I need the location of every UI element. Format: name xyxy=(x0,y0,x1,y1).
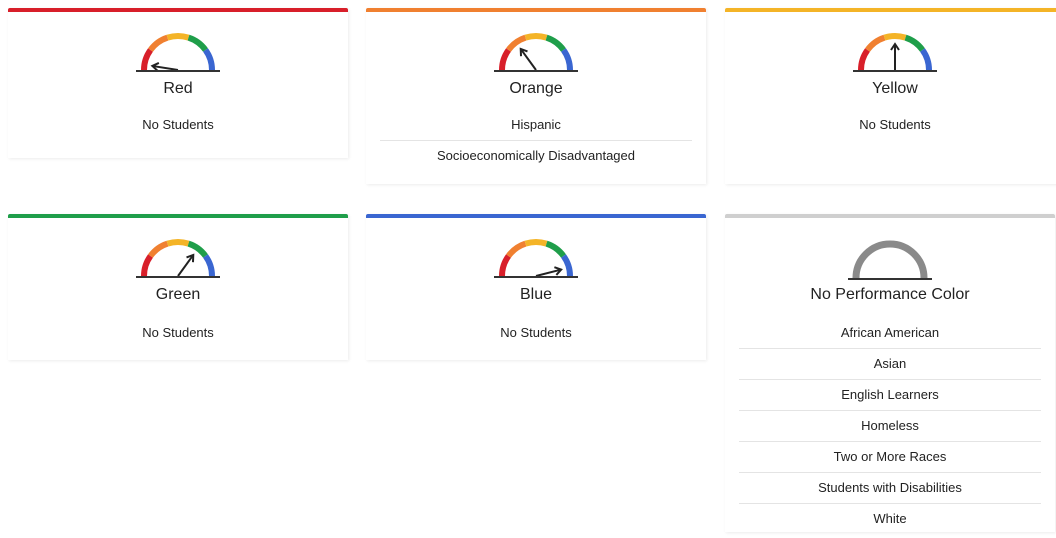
list-item: African American xyxy=(739,318,1041,349)
list-item: Socioeconomically Disadvantaged xyxy=(436,148,635,163)
gauge-icon xyxy=(136,33,220,72)
list-item: No Students xyxy=(142,325,214,340)
gauge-segment xyxy=(141,254,154,277)
card-color-bar xyxy=(725,214,1055,218)
card-title: Orange xyxy=(509,80,563,97)
gauge-segment xyxy=(166,239,190,247)
gauge-segment xyxy=(166,33,190,41)
card-title: Yellow xyxy=(872,80,918,97)
card-color-bar xyxy=(725,8,1056,12)
gauge-segment xyxy=(187,34,208,52)
gauge-segment xyxy=(904,34,925,52)
performance-card-orange: Orange Hispanic Socioeconomically Disadv… xyxy=(366,8,706,184)
gauge-segment xyxy=(506,240,527,258)
gauge-segment xyxy=(560,254,573,277)
student-group-list: African American Asian English Learners … xyxy=(739,318,1041,534)
list-item: English Learners xyxy=(739,380,1041,411)
gauge-segment xyxy=(545,240,566,258)
gauge-needle xyxy=(177,254,195,277)
performance-card-red: Red No Students xyxy=(8,8,348,158)
card-title: No Performance Color xyxy=(810,286,970,303)
student-group-list: No Students xyxy=(22,110,334,140)
gauge-segment xyxy=(506,34,527,52)
gauge-segment xyxy=(858,48,871,71)
card-title: Red xyxy=(163,80,193,97)
gauge-icon xyxy=(136,239,220,278)
card-title: Green xyxy=(155,286,201,303)
gauge-segment xyxy=(883,33,907,41)
gauge-segment xyxy=(148,240,169,258)
list-item: Homeless xyxy=(739,411,1041,442)
gauge-segment xyxy=(545,34,566,52)
list-item: Asian xyxy=(739,349,1041,380)
student-group-list: No Students xyxy=(739,110,1051,140)
list-item: Hispanic xyxy=(380,110,692,141)
gauge-icon xyxy=(494,33,578,72)
gauge-segment xyxy=(202,254,215,277)
list-item: White xyxy=(873,511,907,526)
list-item: No Students xyxy=(142,117,214,132)
performance-card-no-color: No Performance Color African American As… xyxy=(725,214,1055,532)
gauge-icon xyxy=(848,240,932,280)
gauge-segment xyxy=(141,48,154,71)
performance-card-yellow: Yellow No Students xyxy=(725,8,1056,184)
list-item: Two or More Races xyxy=(739,442,1041,473)
gauge-segment xyxy=(499,48,512,71)
list-item: Students with Disabilities xyxy=(739,473,1041,504)
card-color-bar xyxy=(366,214,706,218)
student-group-list: No Students xyxy=(380,318,692,348)
performance-card-green: Green No Students xyxy=(8,214,348,360)
gauge-segment xyxy=(560,48,573,71)
card-color-bar xyxy=(8,8,348,12)
gauge-segment xyxy=(202,48,215,71)
card-title: Blue xyxy=(519,286,553,303)
gauge-segment xyxy=(148,34,169,52)
gauge-arc-gray xyxy=(852,240,928,279)
gauge-segment xyxy=(865,34,886,52)
gauge-icon xyxy=(853,33,937,72)
gauge-icon xyxy=(494,239,578,278)
gauge-segment xyxy=(187,240,208,258)
list-item: No Students xyxy=(500,325,572,340)
student-group-list: Hispanic Socioeconomically Disadvantaged xyxy=(380,110,692,171)
card-color-bar xyxy=(366,8,706,12)
list-item: No Students xyxy=(859,117,931,132)
performance-card-blue: Blue No Students xyxy=(366,214,706,360)
gauge-segment xyxy=(524,33,548,41)
gauge-segment xyxy=(499,254,512,277)
student-group-list: No Students xyxy=(22,318,334,348)
gauge-needle xyxy=(519,48,537,71)
card-color-bar xyxy=(8,214,348,218)
gauge-segment xyxy=(524,239,548,247)
gauge-segment xyxy=(919,48,932,71)
